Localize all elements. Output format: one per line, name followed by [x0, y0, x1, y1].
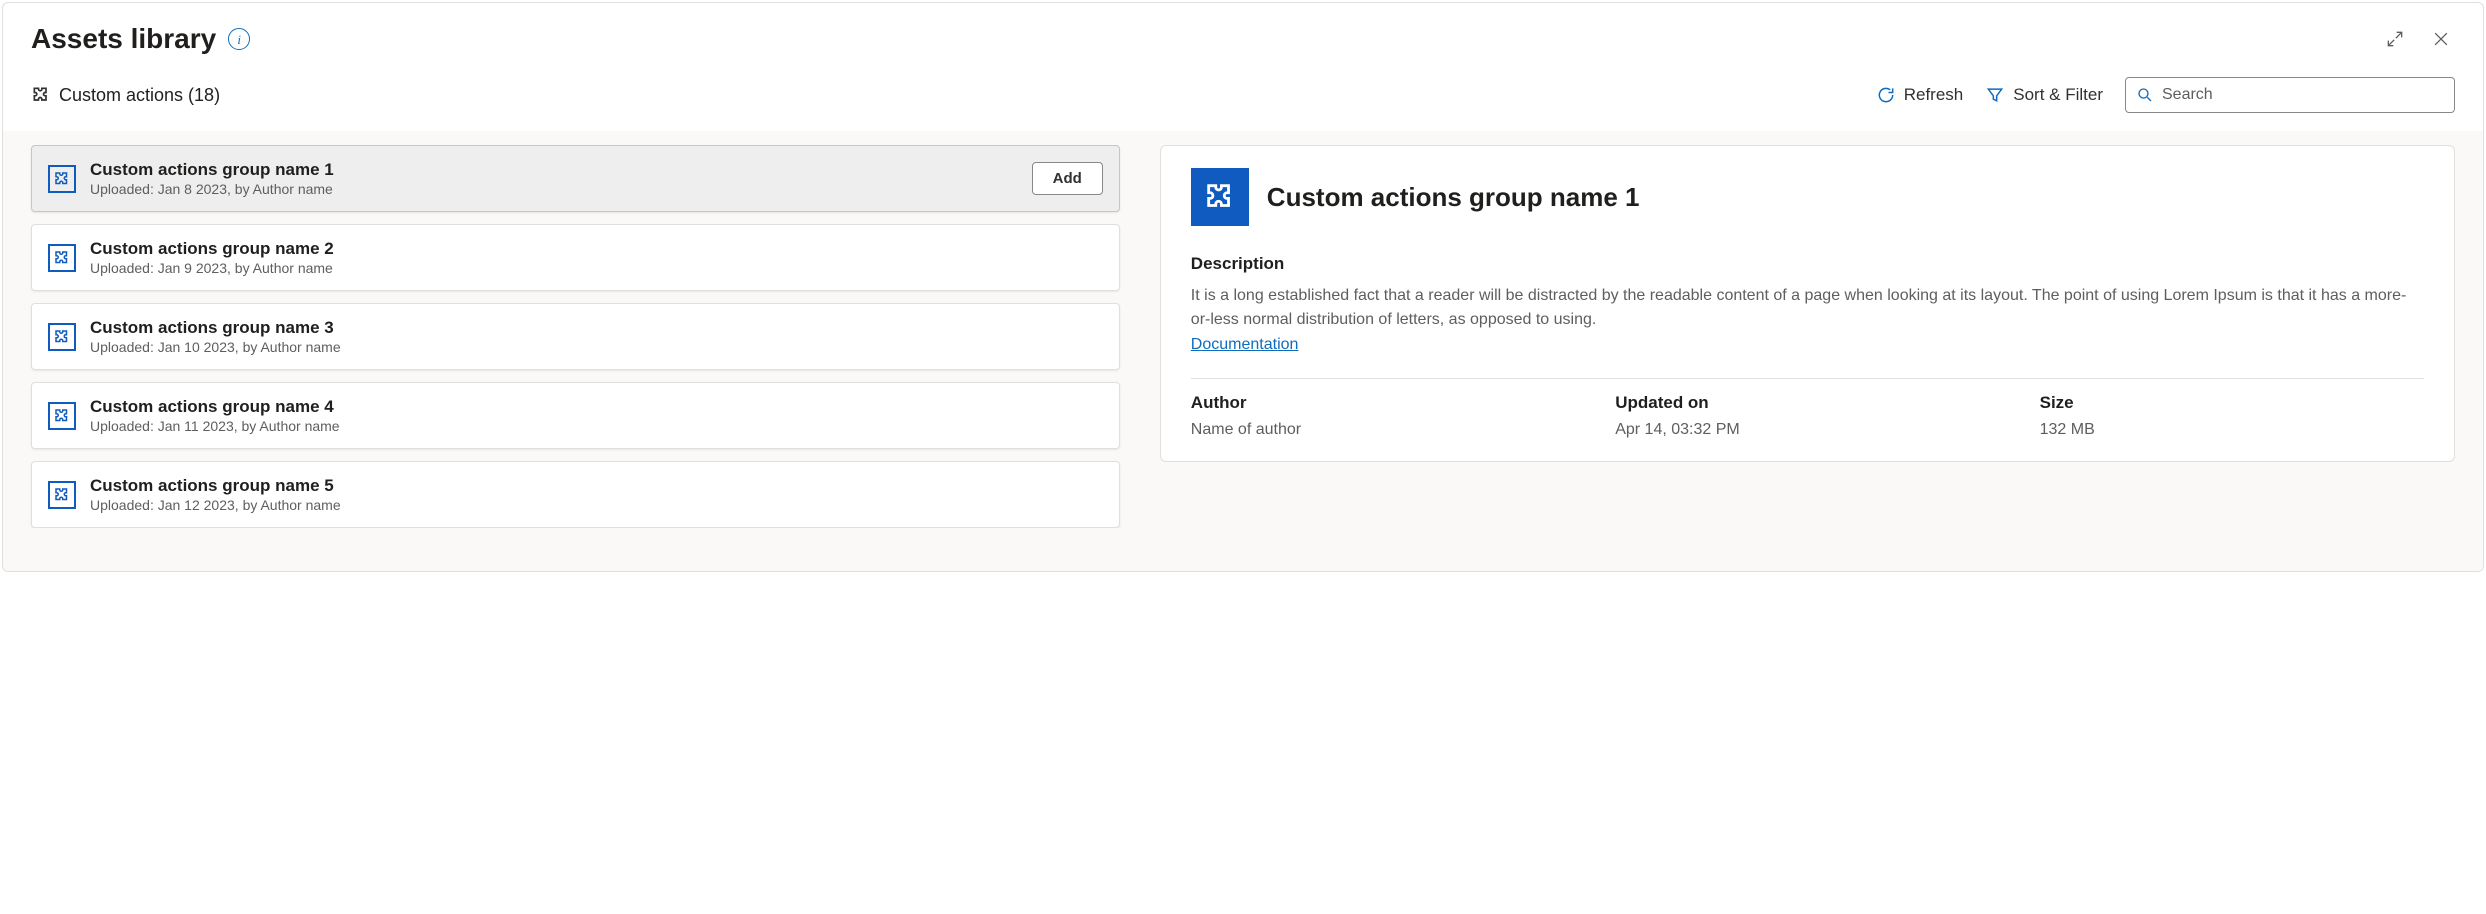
- expand-button[interactable]: [2381, 25, 2409, 53]
- puzzle-icon: [48, 402, 76, 430]
- puzzle-icon: [48, 244, 76, 272]
- sort-filter-button[interactable]: Sort & Filter: [1985, 85, 2103, 105]
- puzzle-icon: [48, 165, 76, 193]
- list-item-sub: Uploaded: Jan 11 2023, by Author name: [90, 418, 1103, 434]
- list-item-sub: Uploaded: Jan 8 2023, by Author name: [90, 181, 1018, 197]
- meta-row: Author Name of author Updated on Apr 14,…: [1191, 393, 2424, 439]
- puzzle-icon: [48, 481, 76, 509]
- list-item[interactable]: Custom actions group name 1 Uploaded: Ja…: [31, 145, 1120, 212]
- list-item[interactable]: Custom actions group name 2 Uploaded: Ja…: [31, 224, 1120, 291]
- list-item[interactable]: Custom actions group name 4 Uploaded: Ja…: [31, 382, 1120, 449]
- list-item-title: Custom actions group name 5: [90, 476, 1103, 496]
- refresh-icon: [1876, 85, 1896, 105]
- refresh-label: Refresh: [1904, 85, 1964, 105]
- list-item-body: Custom actions group name 1 Uploaded: Ja…: [90, 160, 1018, 197]
- updated-col: Updated on Apr 14, 03:32 PM: [1615, 393, 1999, 439]
- list-item-body: Custom actions group name 2 Uploaded: Ja…: [90, 239, 1103, 276]
- list-item-title: Custom actions group name 1: [90, 160, 1018, 180]
- search-box[interactable]: [2125, 77, 2455, 113]
- list-item-sub: Uploaded: Jan 12 2023, by Author name: [90, 497, 1103, 513]
- expand-icon: [2385, 29, 2405, 49]
- close-icon: [2431, 29, 2451, 49]
- panel-header: Assets library i: [3, 3, 2483, 67]
- author-value: Name of author: [1191, 421, 1575, 439]
- refresh-button[interactable]: Refresh: [1876, 85, 1964, 105]
- page-title: Assets library: [31, 23, 216, 55]
- list-pane: Custom actions group name 1 Uploaded: Ja…: [3, 145, 1144, 528]
- author-col: Author Name of author: [1191, 393, 1575, 439]
- search-input[interactable]: [2162, 86, 2444, 104]
- list-item-title: Custom actions group name 2: [90, 239, 1103, 259]
- documentation-link[interactable]: Documentation: [1191, 336, 1299, 353]
- header-controls: [2381, 25, 2455, 53]
- size-label: Size: [2040, 393, 2424, 413]
- author-label: Author: [1191, 393, 1575, 413]
- panel-subheader: Custom actions (18) Refresh Sort & Filte…: [3, 67, 2483, 131]
- detail-header: Custom actions group name 1: [1191, 168, 2424, 226]
- updated-label: Updated on: [1615, 393, 1999, 413]
- puzzle-icon: [31, 85, 51, 105]
- detail-pane: Custom actions group name 1 Description …: [1160, 145, 2455, 462]
- count-label: Custom actions (18): [59, 85, 220, 106]
- list-item-body: Custom actions group name 4 Uploaded: Ja…: [90, 397, 1103, 434]
- add-button[interactable]: Add: [1032, 162, 1103, 195]
- assets-library-panel: Assets library i Custom actions (18) Ref…: [2, 2, 2484, 572]
- list-item[interactable]: Custom actions group name 3 Uploaded: Ja…: [31, 303, 1120, 370]
- section-label: Custom actions (18): [31, 85, 220, 106]
- size-value: 132 MB: [2040, 421, 2424, 439]
- list-item-sub: Uploaded: Jan 9 2023, by Author name: [90, 260, 1103, 276]
- sort-filter-label: Sort & Filter: [2013, 85, 2103, 105]
- detail-puzzle-icon: [1191, 168, 1249, 226]
- divider: [1191, 378, 2424, 379]
- close-button[interactable]: [2427, 25, 2455, 53]
- size-col: Size 132 MB: [2040, 393, 2424, 439]
- detail-title: Custom actions group name 1: [1267, 182, 1640, 213]
- list-item-sub: Uploaded: Jan 10 2023, by Author name: [90, 339, 1103, 355]
- list-item-title: Custom actions group name 3: [90, 318, 1103, 338]
- updated-value: Apr 14, 03:32 PM: [1615, 421, 1999, 439]
- puzzle-icon: [48, 323, 76, 351]
- info-icon[interactable]: i: [228, 28, 250, 50]
- description-label: Description: [1191, 254, 2424, 274]
- filter-icon: [1985, 85, 2005, 105]
- list-item-title: Custom actions group name 4: [90, 397, 1103, 417]
- list-item-body: Custom actions group name 3 Uploaded: Ja…: [90, 318, 1103, 355]
- description-text: It is a long established fact that a rea…: [1191, 284, 2424, 332]
- toolbar: Refresh Sort & Filter: [1876, 77, 2455, 113]
- search-icon: [2136, 86, 2154, 104]
- content-area: Custom actions group name 1 Uploaded: Ja…: [3, 131, 2483, 571]
- list-item[interactable]: Custom actions group name 5 Uploaded: Ja…: [31, 461, 1120, 528]
- list-item-body: Custom actions group name 5 Uploaded: Ja…: [90, 476, 1103, 513]
